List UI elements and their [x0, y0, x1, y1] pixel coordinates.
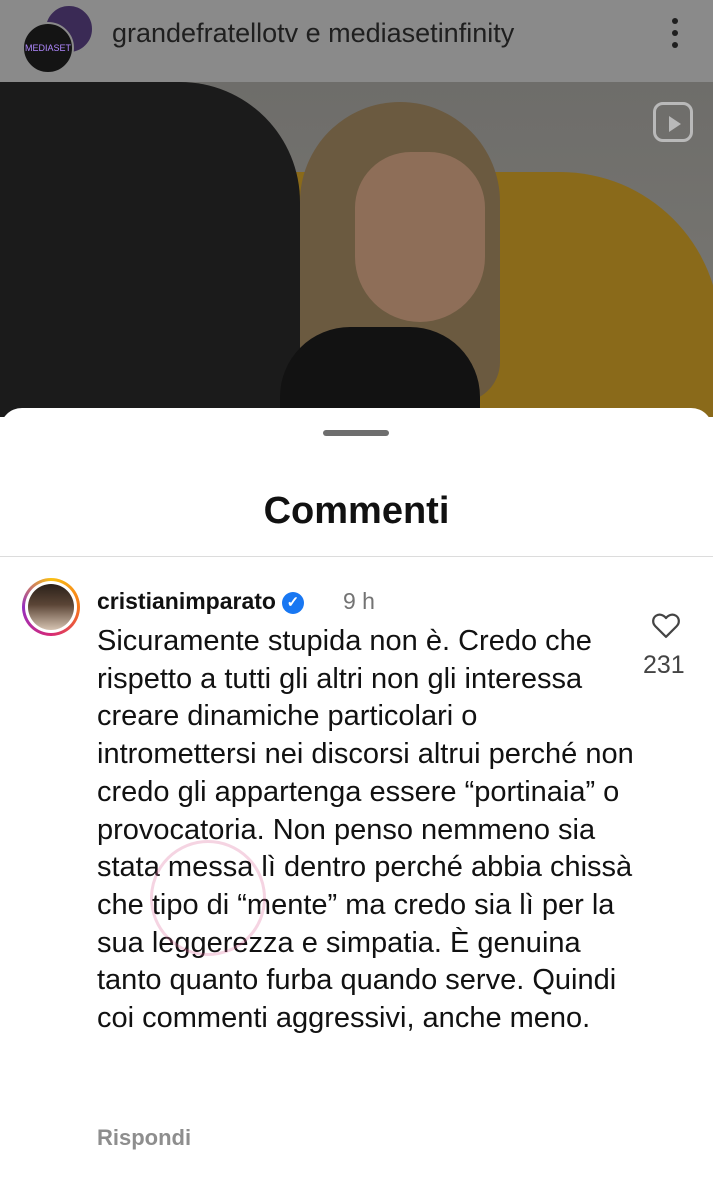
more-vertical-icon[interactable] [669, 18, 681, 54]
comments-sheet: Commenti cristianimparato ✓ 9 h Sicuramen… [0, 408, 713, 1200]
reply-button[interactable]: Rispondi [97, 1125, 191, 1151]
post-header: MEDIASET infinity grandefratellotv e med… [0, 0, 713, 101]
reel-video[interactable] [0, 82, 713, 417]
collab-avatars[interactable]: MEDIASET infinity [22, 4, 94, 101]
account-names[interactable]: grandefratellotv e mediasetinfinity [112, 18, 514, 49]
avatar-mediasetinfinity[interactable]: MEDIASET infinity [22, 22, 74, 101]
sheet-drag-handle[interactable] [323, 430, 389, 436]
comment-username-row[interactable]: cristianimparato ✓ [97, 588, 304, 615]
video-person-face [355, 152, 485, 322]
video-dark-figure [0, 82, 300, 417]
commenter-photo [28, 584, 74, 630]
comment-avatar[interactable] [22, 578, 80, 636]
heart-icon[interactable] [651, 611, 681, 639]
reels-icon[interactable] [653, 102, 693, 142]
comment-text: Sicuramente stupida non è. Credo che ris… [97, 625, 634, 1035]
comment-time: 9 h [343, 588, 375, 614]
video-person-shirt [280, 327, 480, 417]
title-divider [0, 556, 713, 557]
like-count: 231 [643, 651, 685, 679]
comment-username[interactable]: cristianimparato [97, 588, 276, 614]
verified-badge-icon: ✓ [281, 592, 304, 614]
sheet-title: Commenti [263, 490, 450, 532]
